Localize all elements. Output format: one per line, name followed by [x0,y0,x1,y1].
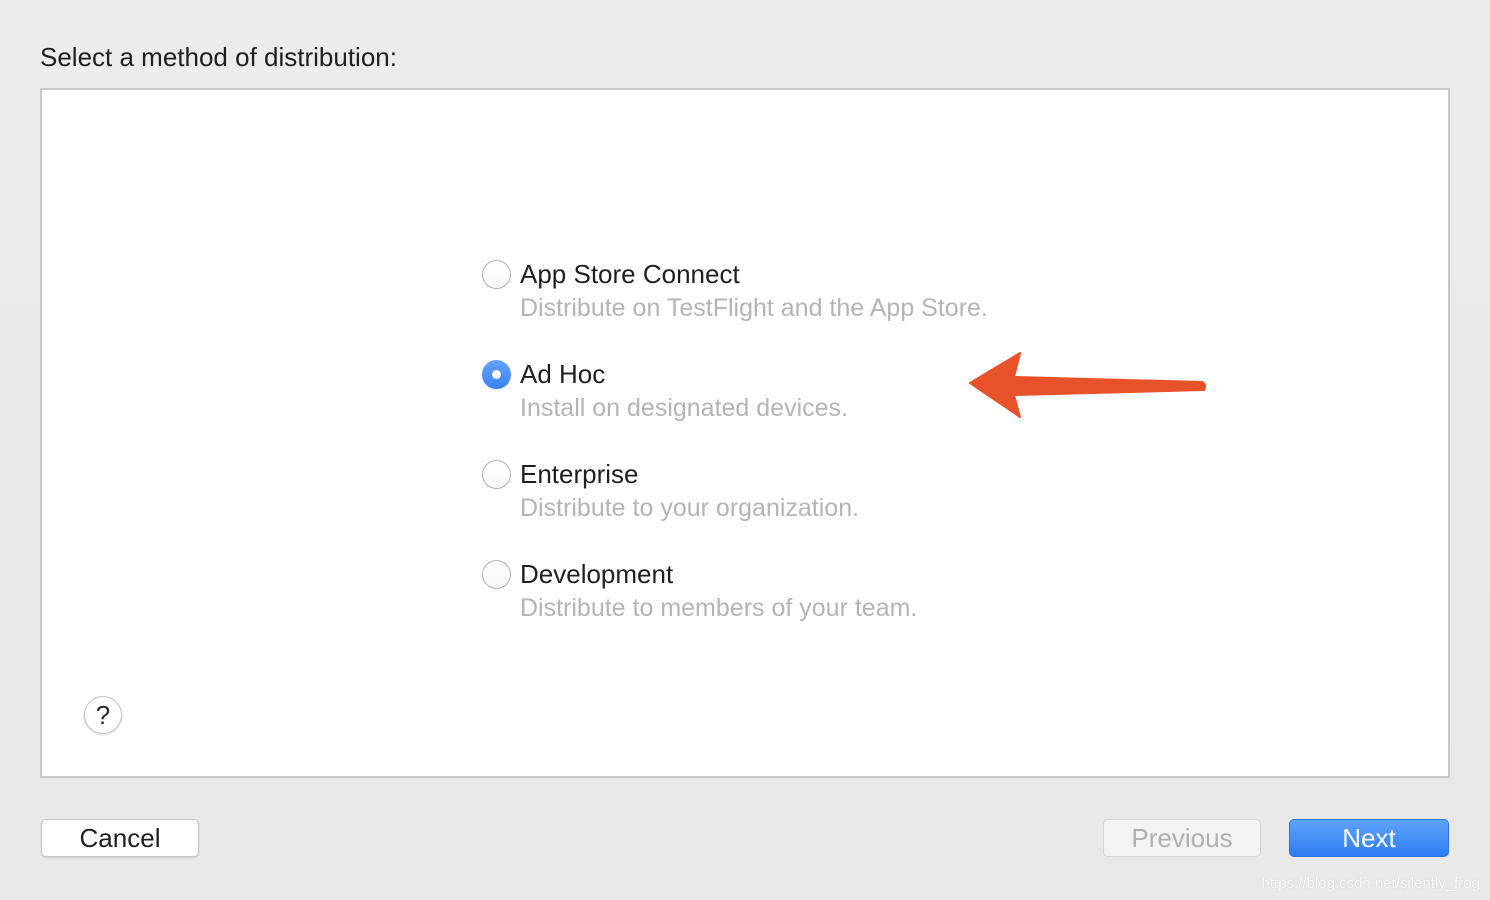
next-button[interactable]: Next [1289,819,1449,857]
page-title: Select a method of distribution: [40,42,397,72]
radio-button[interactable] [482,560,511,589]
option-description: Distribute on TestFlight and the App Sto… [520,294,988,322]
option-app-store-connect[interactable]: App Store Connect Distribute on TestFlig… [482,259,1182,340]
radio-dot-icon [492,370,501,379]
option-title: Development [520,559,674,589]
radio-button[interactable] [482,460,511,489]
option-description: Distribute to members of your team. [520,594,918,622]
help-button[interactable]: ? [84,696,122,734]
cancel-button[interactable]: Cancel [41,819,199,857]
arrow-left-icon [969,352,1207,418]
watermark: https://blog.csdn.net/silently_frog [1261,875,1480,892]
distribution-options-panel: App Store Connect Distribute on TestFlig… [40,88,1450,778]
option-description: Install on designated devices. [520,394,848,422]
previous-button[interactable]: Previous [1103,819,1261,857]
option-title: Enterprise [520,459,639,489]
radio-button-selected[interactable] [482,360,511,389]
option-title: Ad Hoc [520,359,606,389]
radio-button[interactable] [482,260,511,289]
option-development[interactable]: Development Distribute to members of you… [482,559,1182,640]
option-title: App Store Connect [520,259,740,289]
option-enterprise[interactable]: Enterprise Distribute to your organizati… [482,459,1182,540]
option-description: Distribute to your organization. [520,494,860,522]
